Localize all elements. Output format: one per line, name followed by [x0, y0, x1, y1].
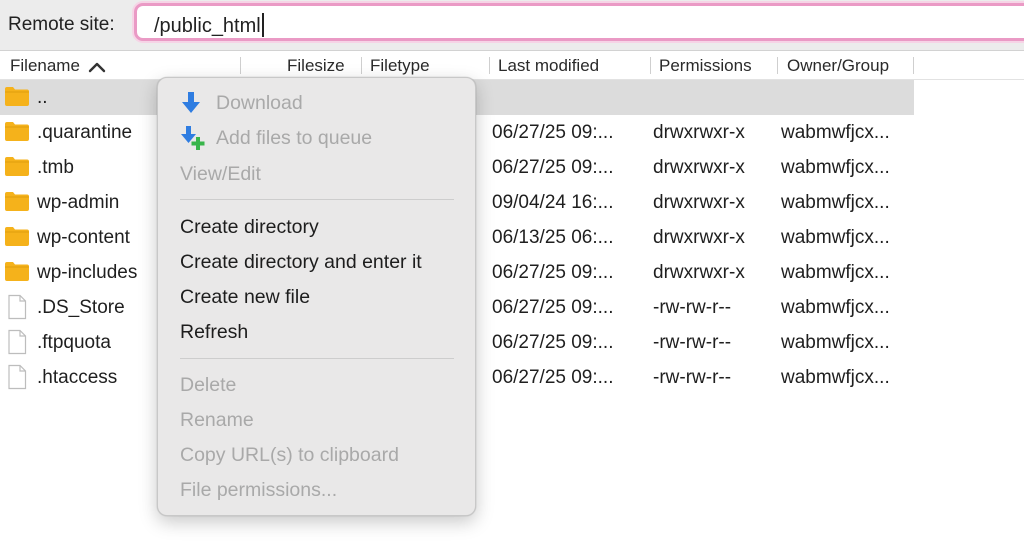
column-header-last-modified[interactable]: Last modified — [498, 51, 599, 79]
file-modified: 06/13/25 06:... — [492, 227, 614, 248]
folder-icon — [5, 262, 29, 281]
file-modified: 06/27/25 09:... — [492, 297, 614, 318]
folder-icon — [5, 157, 29, 176]
file-icon — [8, 329, 27, 355]
column-header-filetype[interactable]: Filetype — [370, 51, 430, 79]
file-owner: wabmwfjcx... — [781, 367, 890, 388]
file-modified: 06/27/25 09:... — [492, 157, 614, 178]
file-permissions: drwxrwxr-x — [653, 157, 745, 178]
column-divider[interactable] — [913, 57, 914, 74]
file-name: .quarantine — [37, 122, 133, 143]
file-owner: wabmwfjcx... — [781, 122, 890, 143]
file-name: wp-admin — [37, 192, 120, 213]
menu-item-refresh[interactable]: Refresh — [180, 321, 248, 344]
column-header-filesize[interactable]: Filesize — [287, 51, 345, 79]
add-to-queue-icon — [181, 126, 205, 150]
file-permissions: drwxrwxr-x — [653, 122, 745, 143]
file-owner: wabmwfjcx... — [781, 332, 890, 353]
file-icon — [8, 294, 27, 320]
column-divider[interactable] — [240, 57, 241, 74]
file-permissions: drwxrwxr-x — [653, 192, 745, 213]
menu-separator — [180, 199, 454, 200]
file-owner: wabmwfjcx... — [781, 192, 890, 213]
file-icon — [8, 364, 27, 390]
file-name: wp-content — [37, 227, 130, 248]
column-divider[interactable] — [777, 57, 778, 74]
menu-item-copy-url[interactable]: Copy URL(s) to clipboard — [180, 444, 399, 467]
file-modified: 06/27/25 09:... — [492, 122, 614, 143]
remote-path-value: /public_html — [154, 15, 261, 37]
file-name: .. — [37, 87, 48, 108]
folder-icon — [5, 122, 29, 141]
file-name: .htaccess — [37, 367, 118, 388]
menu-separator — [180, 358, 454, 359]
menu-item-view-edit[interactable]: View/Edit — [180, 163, 261, 186]
file-permissions: drwxrwxr-x — [653, 227, 745, 248]
file-permissions: -rw-rw-r-- — [653, 367, 732, 388]
context-menu: Download Add files to queue View/Edit Cr… — [157, 77, 476, 516]
file-modified: 06/27/25 09:... — [492, 367, 614, 388]
folder-icon — [5, 227, 29, 246]
remote-path-input[interactable]: /public_html — [134, 3, 1024, 41]
menu-item-add-to-queue[interactable]: Add files to queue — [180, 126, 373, 150]
folder-icon — [5, 192, 29, 211]
file-name: .tmb — [37, 157, 74, 178]
remote-site-label: Remote site: — [8, 14, 115, 35]
menu-item-label: Download — [216, 92, 303, 114]
text-caret — [261, 13, 264, 37]
file-name: .ftpquota — [37, 332, 111, 353]
file-modified: 06/27/25 09:... — [492, 262, 614, 283]
menu-item-create-directory-enter[interactable]: Create directory and enter it — [180, 251, 422, 274]
file-owner: wabmwfjcx... — [781, 262, 890, 283]
chevron-up-icon — [88, 62, 106, 73]
file-permissions: -rw-rw-r-- — [653, 297, 732, 318]
menu-item-create-new-file[interactable]: Create new file — [180, 286, 310, 309]
column-header-filename[interactable]: Filename — [10, 51, 106, 79]
column-divider[interactable] — [650, 57, 651, 74]
remote-site-bar: Remote site: /public_html — [0, 0, 1024, 51]
menu-item-delete[interactable]: Delete — [180, 374, 236, 397]
file-owner: wabmwfjcx... — [781, 227, 890, 248]
file-modified: 06/27/25 09:... — [492, 332, 614, 353]
download-arrow-icon — [182, 92, 200, 113]
column-header-owner-group[interactable]: Owner/Group — [787, 51, 889, 79]
folder-icon — [5, 87, 29, 106]
menu-item-download[interactable]: Download — [180, 92, 303, 115]
column-divider[interactable] — [489, 57, 490, 74]
menu-item-rename[interactable]: Rename — [180, 409, 254, 432]
file-permissions: -rw-rw-r-- — [653, 332, 732, 353]
menu-item-file-permissions[interactable]: File permissions... — [180, 479, 337, 502]
file-name: wp-includes — [37, 262, 138, 283]
file-permissions: drwxrwxr-x — [653, 262, 745, 283]
column-divider[interactable] — [361, 57, 362, 74]
file-name: .DS_Store — [37, 297, 125, 318]
menu-item-create-directory[interactable]: Create directory — [180, 216, 319, 239]
file-owner: wabmwfjcx... — [781, 297, 890, 318]
file-owner: wabmwfjcx... — [781, 157, 890, 178]
column-filename-label: Filename — [10, 56, 80, 75]
file-list-header: Filename Filesize Filetype Last modified… — [0, 51, 1024, 80]
menu-item-label: Add files to queue — [216, 127, 373, 149]
column-header-permissions[interactable]: Permissions — [659, 51, 752, 79]
file-modified: 09/04/24 16:... — [492, 192, 614, 213]
